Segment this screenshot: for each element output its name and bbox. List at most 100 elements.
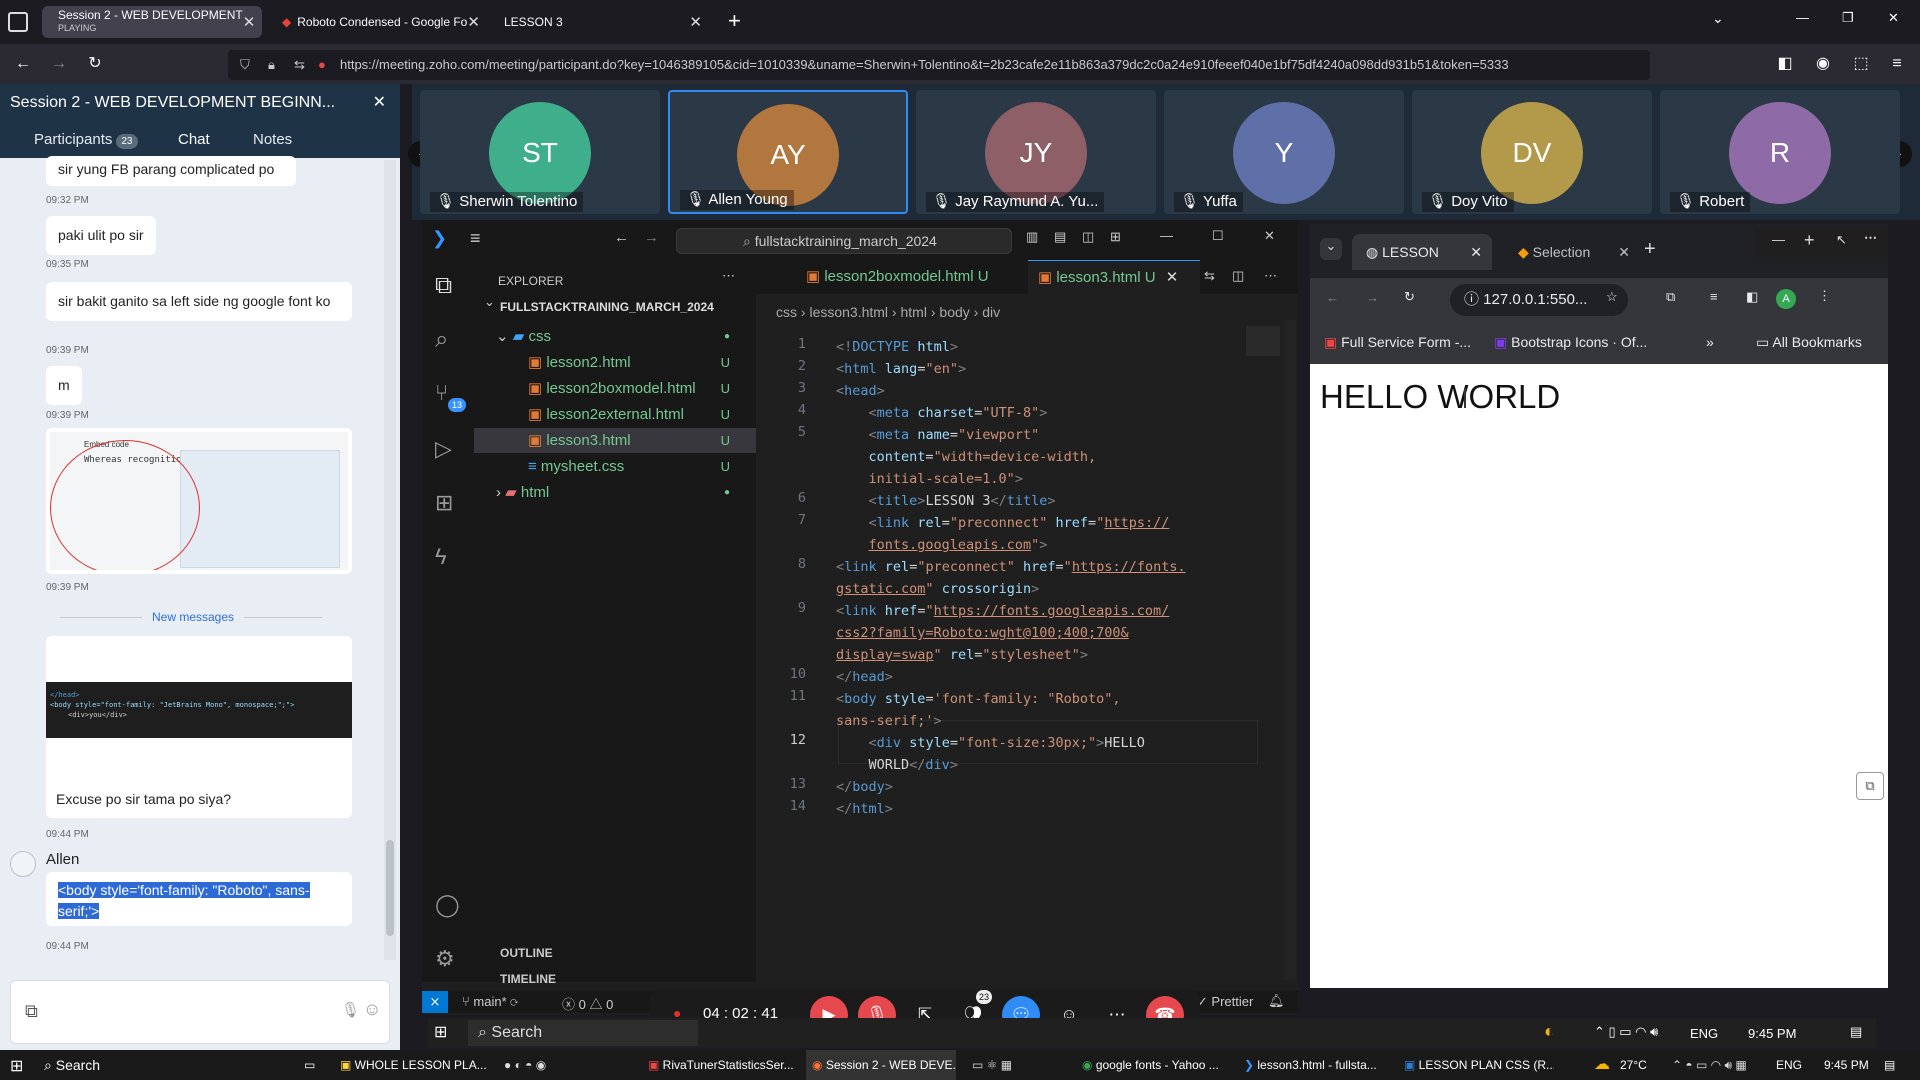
code-line[interactable]: </body> [836,776,893,798]
restore-icon[interactable]: ❐ [1842,10,1854,26]
extensions-icon[interactable]: ⧉ [1666,289,1675,305]
breadcrumb-item[interactable]: div [982,304,1000,320]
file-item[interactable]: ▣ lesson3.html U [508,428,730,453]
taskbar-app-icons-2[interactable]: ▭ ⚛ ▦ [972,1050,1012,1080]
code-line[interactable]: <link href="https://fonts.googleapis.com… [836,600,1169,666]
participant-tile[interactable]: AY 🎙︎ Allen Young [668,90,908,214]
mic-icon[interactable]: 🎙︎ [341,1001,360,1019]
tab-list-icon[interactable] [8,12,28,32]
tab-roboto[interactable]: ◆ Roboto Condensed - Google Fo ✕ [272,6,482,38]
code-line[interactable]: <title>LESSON 3</title> [836,490,1056,512]
taskbar-item-rivatuner[interactable]: ▣ RivaTunerStatisticsSer... [648,1050,798,1080]
code-line[interactable]: <meta charset="UTF-8"> [836,402,1048,424]
minimap[interactable] [1246,326,1280,356]
notifications-bell-icon[interactable]: 🔔︎ [1268,993,1285,1009]
vscode-close-icon[interactable]: ✕ [1264,228,1275,244]
bookmark-star-icon[interactable]: ☆ [1606,289,1618,305]
tab-session2[interactable]: Session 2 - WEB DEVELOPMENT PLAYING ✕ [42,6,262,38]
tab-notes[interactable]: Notes [253,122,292,158]
forward-icon[interactable]: → [44,44,74,84]
editor-more-icon[interactable]: ⋯ [1264,268,1277,284]
breadcrumb-item[interactable]: lesson3.html [809,304,888,320]
file-item[interactable]: ▣ lesson2.html U [508,350,730,375]
taskbar-item-word[interactable]: ▣ WHOLE LESSON PLA... [340,1050,490,1080]
code-line[interactable]: <link rel="preconnect" href="https:// fo… [836,512,1170,556]
timeline-section[interactable]: TIMELINE [500,972,556,986]
emoji-icon[interactable]: ☺ [363,999,381,1020]
tray-icons[interactable]: ⌃ ◓ ▭ ◠ 🔊︎ ▦ [1672,1050,1747,1080]
customize-layout-icon[interactable]: ⊞ [1110,229,1121,245]
chrome-menu-icon[interactable]: ⋮ [1818,288,1831,304]
participant-tile[interactable]: R 🎙︎ Robert [1660,90,1900,214]
vscode-minimize-icon[interactable]: — [1160,228,1173,243]
tab-lesson3[interactable]: LESSON 3 ✕ [494,6,712,38]
bookmarks-overflow-icon[interactable]: » [1706,334,1714,350]
reload-icon[interactable]: ↻ [80,44,110,84]
code-line[interactable]: <html lang="en"> [836,358,966,380]
task-view-icon[interactable]: ▭ [304,1050,315,1080]
chrome-address-bar[interactable]: ⓘ 127.0.0.1:550... [1450,284,1628,316]
breadcrumb-item[interactable]: body [939,304,969,320]
all-bookmarks[interactable]: ▭ All Bookmarks [1756,334,1862,351]
participant-tile[interactable]: ST 🎙︎ Sherwin Tolentino [420,90,660,214]
notification-center-icon[interactable]: ▤ [1850,1024,1862,1040]
pointer-icon[interactable]: ↖ [1836,232,1847,248]
extensions-icon[interactable]: ⬚ [1846,44,1876,84]
participant-tile[interactable]: DV 🎙︎ Doy Vito [1412,90,1652,214]
list-tabs-icon[interactable]: ⌄ [1712,10,1724,27]
close-window-icon[interactable]: ✕ [1888,10,1899,26]
tab-participants[interactable]: Participants 23 [34,122,138,158]
clock[interactable]: 9:45 PM [1748,1026,1796,1041]
bookmark-item[interactable]: ▣ Bootstrap Icons · Of... [1494,334,1647,351]
back-icon[interactable]: ← [8,44,38,84]
remote-icon[interactable]: ⨯ [422,991,448,1013]
toggle-sidebar-icon[interactable]: ▥ [1026,229,1038,245]
code-line[interactable]: <!DOCTYPE html> [836,336,958,358]
screenshot-tool-icon[interactable]: ⧉ [1856,772,1884,800]
language-indicator[interactable]: ENG [1776,1050,1802,1080]
workspace-root[interactable]: FULLSTACKTRAINING_MARCH_2024 [500,300,714,314]
explorer-more-icon[interactable]: ⋯ [722,268,735,284]
source-control-icon[interactable]: ⑂ [435,380,448,406]
language-indicator[interactable]: ENG [1690,1026,1718,1041]
chrome-tab[interactable]: ◆ Selection ✕ [1504,234,1634,270]
git-branch[interactable]: ⑂ main* ⟳ [462,994,518,1009]
taskbar-app-icons[interactable]: ● ◐ ◓ ◉ [504,1050,546,1080]
weather-icon[interactable]: ☁ [1594,1050,1610,1080]
reload-icon[interactable]: ↻ [1404,289,1415,305]
shield-icon[interactable]: ⛉ [240,50,250,80]
lock-icon[interactable]: 🔒︎ [268,50,275,80]
new-tab-icon[interactable]: + [728,8,741,34]
taskbar-item-vscode[interactable]: ❯ lesson3.html - fullsta... [1244,1050,1394,1080]
hamburger-menu-icon[interactable]: ≡ [470,228,481,249]
code-line[interactable]: <link rel="preconnect" href="https://fon… [836,556,1186,600]
explorer-icon[interactable]: ⧉ [435,272,452,300]
address-bar[interactable]: ⛉ 🔒︎ ⇆ ● https://meeting.zoho.com/meetin… [228,50,1650,80]
attached-screenshot[interactable]: Embed code Whereas recognitio [50,432,348,570]
close-tab-icon[interactable]: ✕ [1470,234,1482,270]
permissions-icon[interactable]: ⇆ [294,50,305,80]
back-icon[interactable]: ← [1326,290,1339,305]
split-editor-icon[interactable]: ◫ [1232,268,1244,284]
close-tab-icon[interactable]: ✕ [689,13,702,31]
toggle-panel-icon[interactable]: ▤ [1054,229,1066,245]
taskbar-search[interactable]: ⌕ Search [468,1020,698,1046]
taskbar-item-lessonplan[interactable]: ▣ LESSON PLAN CSS (R... [1404,1050,1554,1080]
problems-indicator[interactable]: ⓧ 0 △ 0 [562,994,613,1013]
bookmark-item[interactable]: ▣ Full Service Form -... [1324,334,1471,351]
attachment-icon[interactable]: ⧉ [25,1001,38,1022]
more-options-icon[interactable]: ⋯ [1864,230,1877,246]
folder-item[interactable]: › ▰ html ● [496,480,730,505]
code-line[interactable]: <div style="font-size:30px;">HELLO WORLD… [836,732,1145,776]
editor-tab[interactable]: ▣ lesson2boxmodel.html U [806,260,989,294]
nav-forward-icon[interactable]: → [644,229,659,246]
side-panel-icon[interactable]: ◧ [1746,289,1758,305]
menu-icon[interactable]: ≡ [1882,44,1912,84]
nav-back-icon[interactable]: ← [614,229,629,246]
chat-scrollbar-thumb[interactable] [386,840,394,936]
tab-search-chevron-icon[interactable]: ⌄ [1320,238,1342,260]
close-tab-icon[interactable]: ✕ [243,13,256,31]
editor-tab-active[interactable]: ▣ lesson3.html U ✕ [1028,260,1200,294]
chevron-down-icon[interactable]: ⌄ [484,294,495,310]
run-debug-icon[interactable]: ▷ [435,436,452,462]
